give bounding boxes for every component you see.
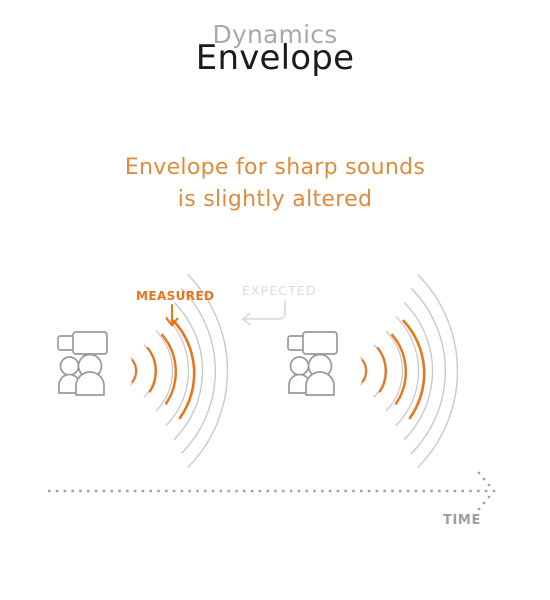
sound-wave-diagram: MEASURED EXPECTED TIME — [48, 274, 496, 528]
sound-source-left — [57, 274, 229, 468]
elbow-left-arrow-icon — [241, 300, 286, 326]
measured-arcs-right — [361, 319, 426, 420]
expected-arcs-right — [360, 274, 459, 468]
measured-annotation: MEASURED — [136, 289, 214, 327]
two-people-speaking-icon — [57, 331, 108, 396]
expected-arcs-left — [130, 274, 229, 468]
sound-source-right — [287, 274, 459, 468]
measured-label: MEASURED — [136, 289, 214, 303]
infographic-canvas: Dynamics Envelope Envelope for sharp sou… — [0, 0, 550, 600]
time-axis-label: TIME — [443, 513, 481, 528]
two-people-speaking-icon — [287, 331, 338, 396]
time-axis: TIME — [48, 471, 496, 528]
expected-annotation: EXPECTED — [241, 283, 317, 326]
expected-label: EXPECTED — [242, 283, 317, 298]
measured-arcs-left — [131, 319, 196, 420]
